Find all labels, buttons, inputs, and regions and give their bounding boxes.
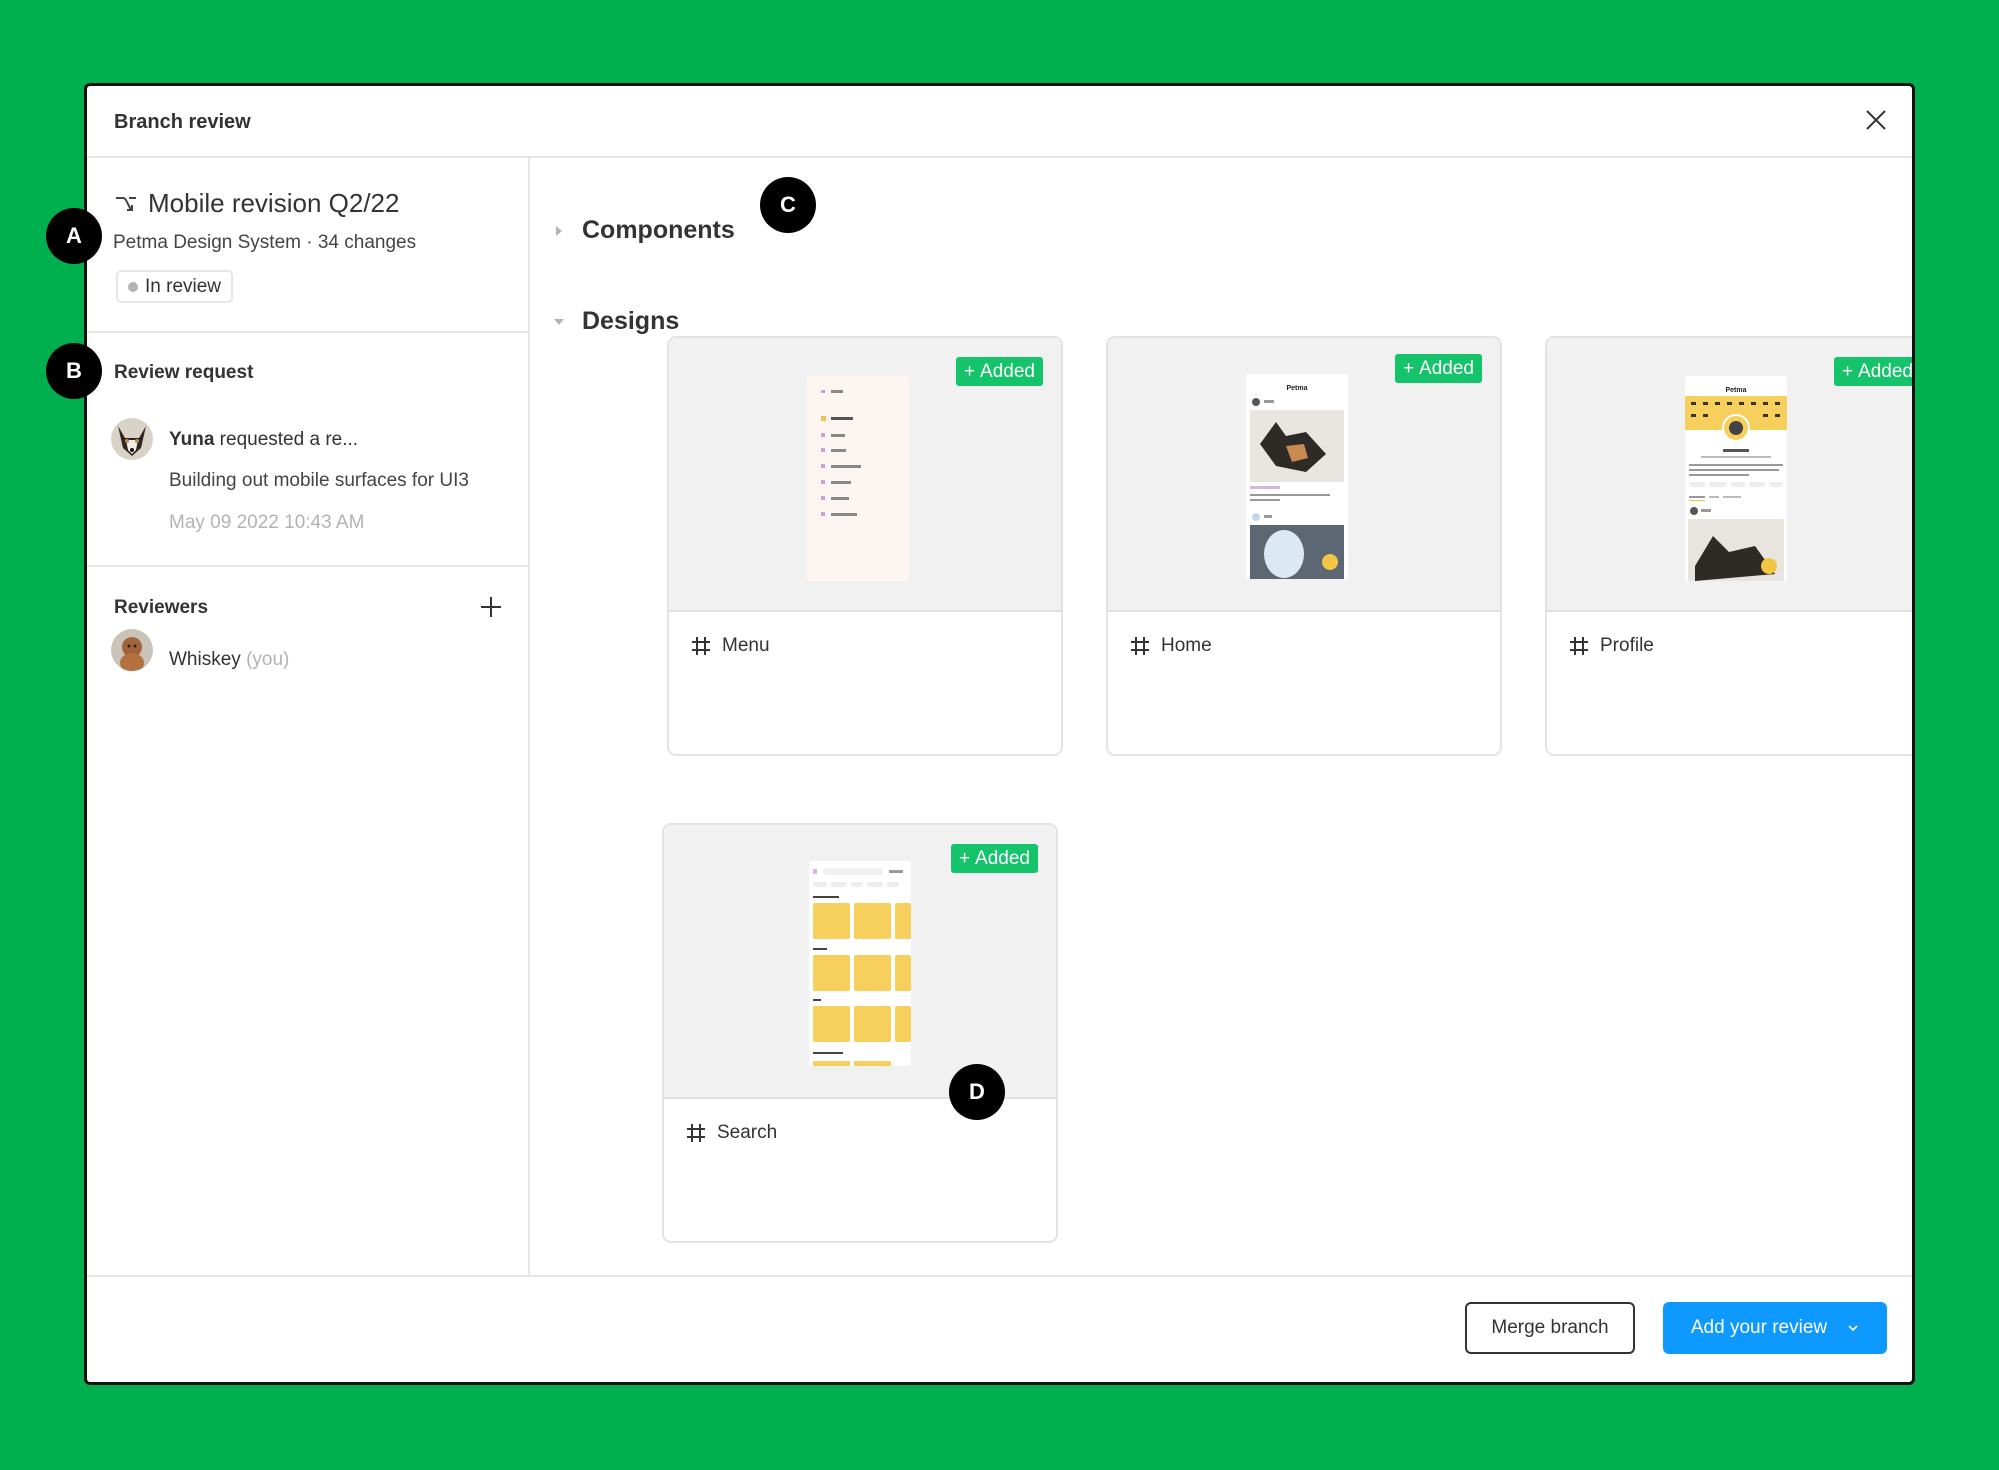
hash-icon (692, 637, 710, 655)
add-review-label: Add your review (1690, 1317, 1828, 1338)
dialog-footer: Merge branch Add your review (87, 1275, 1912, 1382)
components-title: Components (582, 216, 735, 244)
requester-name: Yuna (169, 429, 215, 450)
branch-title-row: Mobile revision Q2/22 (114, 188, 399, 219)
added-badge: + Added (950, 844, 1038, 873)
design-name: Menu (722, 635, 770, 656)
thumb-app-name: Petma (1725, 387, 1746, 394)
design-name: Home (1161, 635, 1212, 656)
branch-icon (116, 196, 136, 211)
changes-panel: Components Designs + Added Menu Petma + … (530, 158, 1912, 1275)
plus-icon: + (1402, 357, 1415, 379)
thumb-app-name: Petma (1286, 385, 1307, 392)
card-label: Home (1130, 635, 1212, 657)
plus-icon: + (1841, 360, 1854, 382)
card-thumbnail-area: + Added (669, 338, 1061, 612)
review-request-heading: Review request (114, 362, 254, 383)
status-badge: In review (116, 270, 234, 303)
plus-icon: + (958, 847, 971, 869)
branch-info-section: Mobile revision Q2/22 Petma Design Syste… (87, 158, 528, 333)
dialog-header: Branch review (87, 86, 1912, 158)
card-thumbnail-area: + Added (664, 825, 1056, 1099)
chevron-down-icon[interactable] (1847, 1324, 1859, 1332)
design-card-profile[interactable]: Petma + Added Profile (1545, 336, 1913, 756)
design-card-search[interactable]: + Added Search (662, 823, 1058, 1243)
annotation-marker-c: C (760, 177, 816, 233)
home-thumbnail: Petma (1246, 374, 1348, 579)
status-dot-icon (128, 281, 138, 292)
caret-right-icon[interactable] (554, 225, 564, 236)
request-summary: Yuna requested a re... (169, 429, 358, 451)
menu-thumbnail (807, 376, 909, 581)
badge-label: Added (1858, 360, 1913, 382)
reviewer-you-label: (you) (246, 649, 290, 670)
request-timestamp: May 09 2022 10:43 AM (169, 512, 365, 533)
design-card-menu[interactable]: + Added Menu (667, 336, 1063, 756)
card-label: Profile (1569, 635, 1654, 657)
group-designs[interactable]: Designs (530, 307, 679, 336)
card-thumbnail-area: Petma + Added (1108, 338, 1500, 612)
added-badge: + Added (1394, 354, 1482, 383)
review-request-section: Review request Yuna requested a re... Bu… (87, 333, 528, 567)
branch-name: Mobile revision Q2/22 (148, 188, 400, 218)
reviewer-name: Whiskey (169, 649, 241, 670)
annotation-marker-d: D (949, 1064, 1005, 1120)
card-label: Search (686, 1122, 777, 1144)
hash-icon (687, 1124, 705, 1142)
design-name: Search (717, 1122, 778, 1143)
badge-label: Added (1419, 357, 1474, 379)
add-review-button[interactable]: Add your review (1663, 1302, 1887, 1354)
badge-label: Added (980, 360, 1035, 382)
profile-thumbnail: Petma (1685, 376, 1787, 581)
design-card-home[interactable]: Petma + Added Home (1106, 336, 1502, 756)
caret-down-icon[interactable] (554, 317, 564, 327)
badge-label: Added (975, 847, 1030, 869)
close-icon[interactable] (1862, 106, 1890, 134)
designs-title: Designs (582, 307, 680, 335)
reviewer-avatar (111, 629, 153, 671)
request-action: requested a re... (214, 429, 359, 450)
branch-review-dialog: Branch review Mobile revision Q2/22 Petm… (84, 83, 1915, 1385)
branch-subtitle: Petma Design System · 34 changes (113, 232, 417, 253)
status-label: In review (145, 275, 222, 297)
card-label: Menu (691, 635, 770, 657)
added-badge: + Added (1833, 357, 1913, 386)
design-name: Profile (1600, 635, 1654, 656)
reviewers-heading: Reviewers (114, 597, 209, 618)
card-thumbnail-area: Petma + Added (1547, 338, 1913, 612)
hash-icon (1131, 637, 1149, 655)
requester-avatar (111, 418, 153, 460)
group-components[interactable]: Components (530, 216, 735, 245)
plus-icon[interactable] (479, 595, 503, 619)
annotation-marker-a: A (46, 208, 102, 264)
reviewer-item: Whiskey (you) (169, 649, 289, 671)
dialog-title: Branch review (114, 111, 251, 133)
added-badge: + Added (955, 357, 1043, 386)
sidebar: Mobile revision Q2/22 Petma Design Syste… (87, 158, 530, 1275)
annotation-marker-b: B (46, 343, 102, 399)
search-thumbnail (809, 861, 911, 1066)
hash-icon (1570, 637, 1588, 655)
merge-branch-button[interactable]: Merge branch (1465, 1302, 1635, 1354)
request-description: Building out mobile surfaces for UI3 (169, 470, 469, 491)
plus-icon: + (963, 360, 976, 382)
reviewers-section: Reviewers Whiskey (you) (87, 567, 528, 1275)
